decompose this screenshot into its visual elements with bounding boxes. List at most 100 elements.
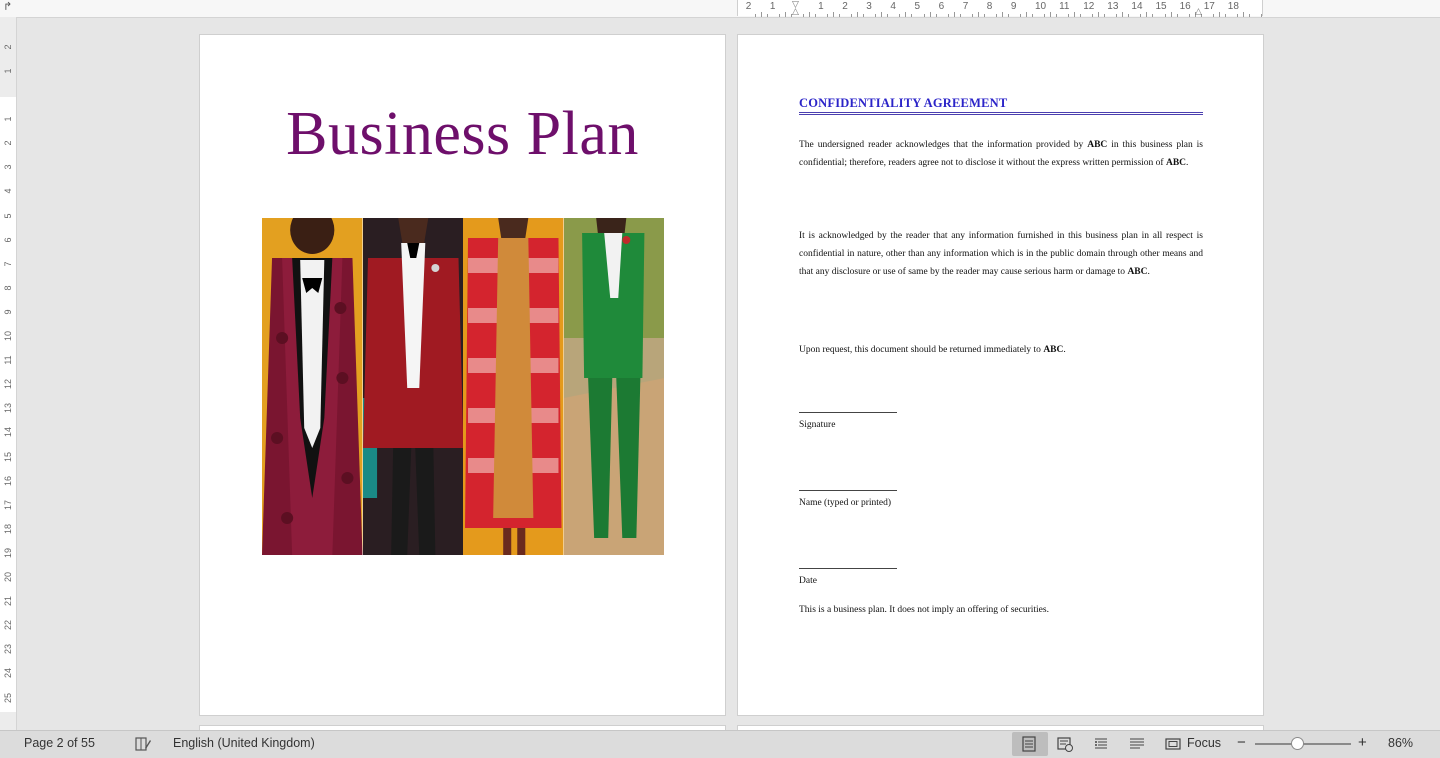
ruler-number-vertical: 4 bbox=[3, 188, 13, 194]
ruler-number-vertical: 8 bbox=[3, 285, 13, 291]
ruler-tick bbox=[1056, 14, 1058, 17]
ruler-tick bbox=[1074, 12, 1076, 17]
ruler-tick bbox=[1025, 12, 1027, 17]
ruler-number-vertical: 16 bbox=[3, 475, 13, 486]
ruler-number-vertical: 5 bbox=[3, 213, 13, 219]
ruler-tick bbox=[1001, 12, 1003, 17]
name-label[interactable]: Name (typed or printed) bbox=[799, 498, 891, 508]
ruler-tick bbox=[1218, 12, 1220, 17]
ruler-number-vertical: 15 bbox=[3, 451, 13, 462]
vertical-ruler[interactable]: 2 1 1 2 3 4 5 6 7 8 9 10 11 12 13 14 15 16 17 18 19 20 21 22 23 2… bbox=[0, 17, 17, 730]
ruler-number-vertical: 6 bbox=[3, 237, 13, 243]
ruler-tick bbox=[1248, 14, 1250, 17]
name-line[interactable] bbox=[799, 490, 897, 491]
ruler-number: 9 bbox=[1010, 1, 1017, 12]
para1-bold-2: ABC bbox=[1165, 158, 1187, 168]
confidentiality-heading[interactable]: CONFIDENTIALITY AGREEMENT bbox=[799, 96, 1203, 115]
ruler-tick bbox=[851, 14, 853, 17]
ruler-tick bbox=[1128, 14, 1130, 17]
focus-button-label[interactable]: Focus bbox=[1187, 736, 1221, 750]
ruler-tick bbox=[887, 14, 889, 17]
ruler-number-vertical: 18 bbox=[3, 523, 13, 534]
tab-selector-icon[interactable]: ↱ bbox=[3, 0, 12, 13]
ruler-tick bbox=[911, 14, 913, 17]
ruler-tick bbox=[1050, 12, 1052, 17]
page-cover[interactable]: Business Plan bbox=[200, 35, 725, 715]
date-line[interactable] bbox=[799, 568, 897, 569]
language-indicator[interactable]: English (United Kingdom) bbox=[173, 736, 315, 750]
ruler-number-vertical: 2 bbox=[3, 140, 13, 146]
print-layout-icon bbox=[1022, 736, 1036, 752]
signature-line[interactable] bbox=[799, 412, 897, 413]
ruler-tick bbox=[959, 14, 961, 17]
ruler-tick bbox=[1068, 14, 1070, 17]
ruler-tick bbox=[1080, 14, 1082, 17]
ruler-number-vertical: 20 bbox=[3, 572, 13, 583]
ruler-tick bbox=[1116, 14, 1118, 17]
outfit-panel-2 bbox=[362, 218, 463, 555]
ruler-tick bbox=[1098, 12, 1100, 17]
ruler-tick bbox=[1152, 14, 1154, 17]
horizontal-ruler[interactable]: ↱ 2 1 1 2 3 4 5 6 7 8 9 10 11 12 13 14 15 16 17 18 ▽ △ △ bbox=[0, 0, 1440, 18]
cover-title[interactable]: Business Plan bbox=[200, 99, 725, 170]
focus-icon[interactable] bbox=[1165, 736, 1181, 752]
ruler-number: 1 bbox=[769, 1, 776, 12]
ruler-tick bbox=[1092, 14, 1094, 17]
ruler-number: 6 bbox=[938, 1, 945, 12]
ruler-tick bbox=[863, 14, 865, 17]
ruler-number: 1 bbox=[818, 1, 824, 12]
ruler-tick bbox=[815, 14, 817, 17]
ruler-number: 12 bbox=[1083, 1, 1095, 12]
ruler-number: 2 bbox=[745, 1, 752, 12]
cover-photo[interactable] bbox=[262, 218, 664, 555]
ruler-number-vertical: 14 bbox=[3, 427, 13, 438]
zoom-percentage[interactable]: 86% bbox=[1388, 736, 1413, 750]
page-confidentiality[interactable]: CONFIDENTIALITY AGREEMENT The undersigne… bbox=[738, 35, 1263, 715]
para3-text-1: Upon request, this document should be re… bbox=[799, 345, 1044, 355]
signature-label[interactable]: Signature bbox=[799, 420, 835, 430]
ruler-number-vertical: 19 bbox=[3, 547, 13, 558]
draft-view-icon[interactable] bbox=[1129, 736, 1145, 752]
ruler-tick bbox=[947, 14, 949, 17]
ruler-tick bbox=[971, 14, 973, 17]
paragraph-1[interactable]: The undersigned reader acknowledges that… bbox=[799, 136, 1203, 172]
zoom-out-button[interactable]: − bbox=[1237, 734, 1246, 751]
outfit-panel-3 bbox=[463, 218, 564, 555]
ruler-number-vertical: 13 bbox=[3, 403, 13, 414]
para1-text-1: The undersigned reader acknowledges that… bbox=[799, 140, 1088, 150]
ruler-tick bbox=[1140, 14, 1142, 17]
paragraph-2[interactable]: It is acknowledged by the reader that an… bbox=[799, 227, 1203, 281]
ruler-tick bbox=[857, 12, 859, 17]
zoom-slider-thumb[interactable] bbox=[1290, 737, 1304, 750]
ruler-number-vertical: 1 bbox=[3, 116, 13, 122]
ruler-number-vertical: 21 bbox=[3, 596, 13, 607]
date-label[interactable]: Date bbox=[799, 576, 817, 586]
web-layout-icon[interactable] bbox=[1057, 736, 1073, 752]
hanging-indent-marker[interactable]: △ bbox=[792, 7, 799, 16]
paragraph-3[interactable]: Upon request, this document should be re… bbox=[799, 341, 1203, 359]
ruler-tick bbox=[1260, 14, 1262, 17]
disclaimer-text[interactable]: This is a business plan. It does not imp… bbox=[799, 605, 1049, 615]
ruler-tick bbox=[1044, 14, 1046, 17]
ruler-tick bbox=[766, 14, 768, 17]
ruler-tick bbox=[1170, 12, 1172, 17]
zoom-in-button[interactable]: + bbox=[1358, 734, 1367, 751]
ruler-number-vertical: 12 bbox=[3, 379, 13, 390]
ruler-number-vertical: 22 bbox=[3, 620, 13, 631]
ruler-tick bbox=[1176, 14, 1178, 17]
ruler-number-vertical: 24 bbox=[3, 668, 13, 679]
page-count-indicator[interactable]: Page 2 of 55 bbox=[24, 736, 95, 750]
ruler-number: 15 bbox=[1155, 1, 1167, 12]
proofing-book-icon[interactable] bbox=[135, 736, 151, 752]
ruler-tick bbox=[977, 12, 979, 17]
outline-view-icon[interactable] bbox=[1093, 736, 1109, 752]
ruler-number: 4 bbox=[890, 1, 896, 12]
ruler-tick bbox=[784, 12, 786, 17]
ruler-tick bbox=[1164, 14, 1166, 17]
ruler-number-vertical: 11 bbox=[3, 355, 13, 365]
ruler-number: 3 bbox=[866, 1, 872, 12]
ruler-tick bbox=[923, 14, 925, 17]
ruler-number: 5 bbox=[914, 1, 921, 12]
ruler-number: 10 bbox=[1035, 1, 1047, 12]
right-indent-marker[interactable]: △ bbox=[1195, 7, 1202, 16]
